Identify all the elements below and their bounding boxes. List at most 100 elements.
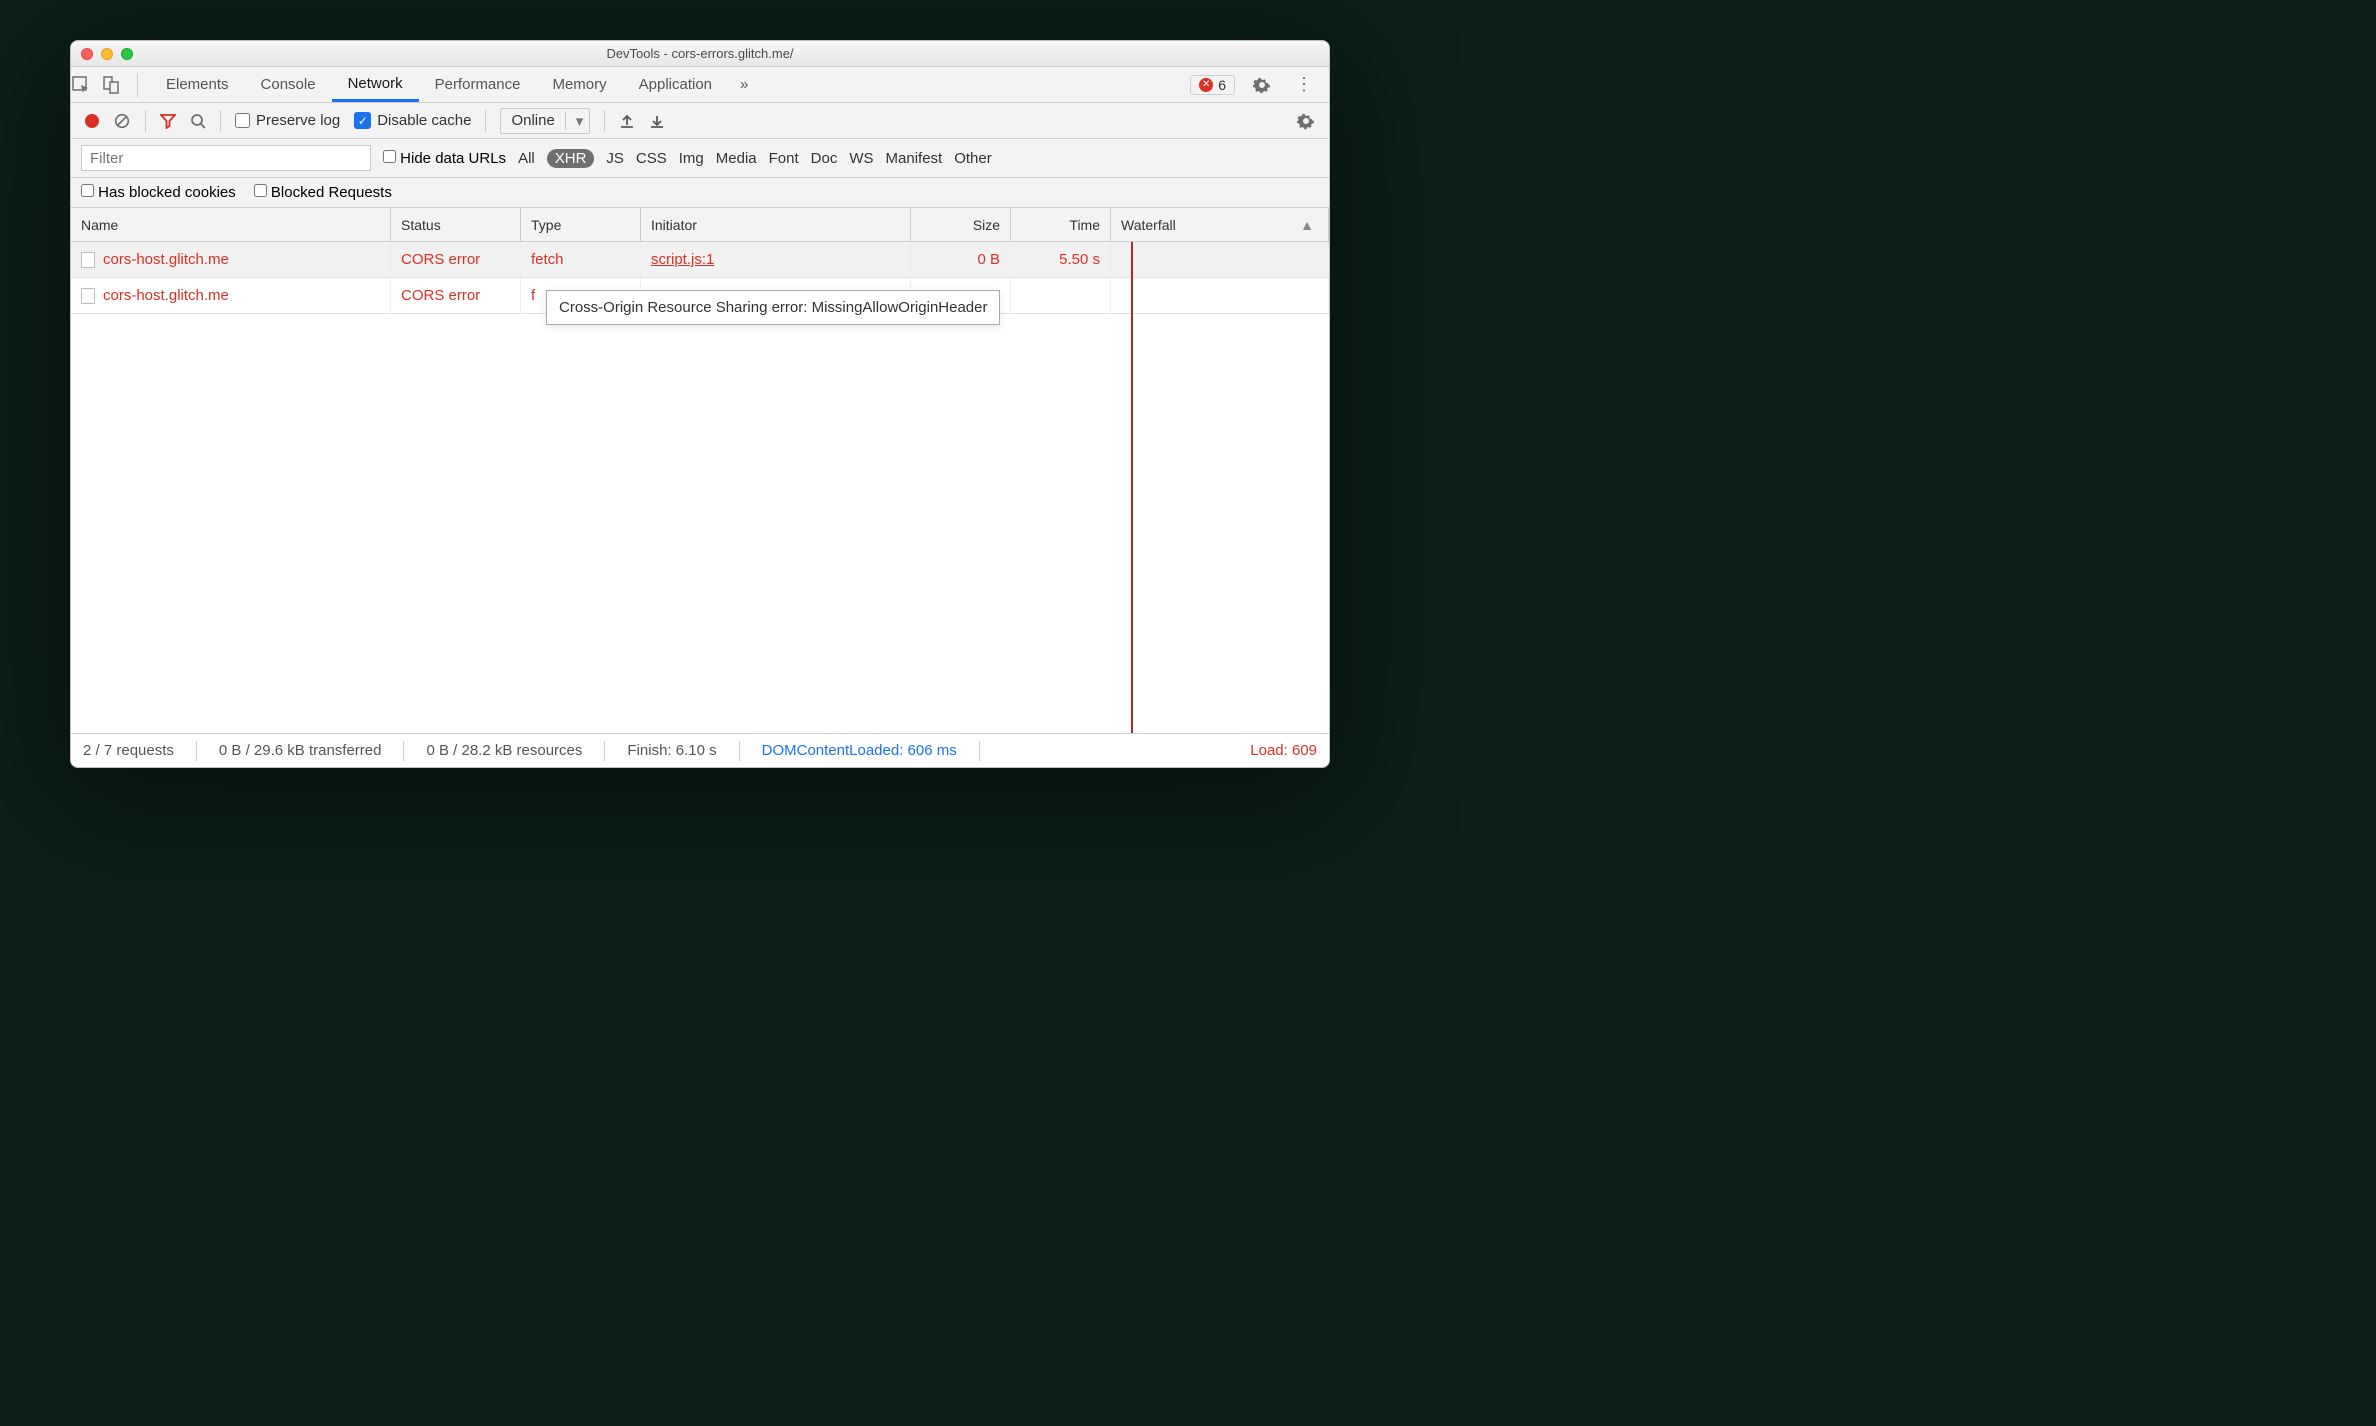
request-time: 5.50 s	[1011, 242, 1111, 277]
filter-input[interactable]	[81, 145, 371, 171]
column-header-initiator[interactable]: Initiator	[641, 208, 911, 241]
disable-cache-label: Disable cache	[377, 112, 471, 129]
has-blocked-cookies-label: Has blocked cookies	[98, 184, 236, 201]
filter-type-img[interactable]: Img	[679, 150, 704, 167]
import-har-icon[interactable]	[619, 113, 635, 129]
status-bar: 2 / 7 requests 0 B / 29.6 kB transferred…	[71, 733, 1329, 767]
divider	[403, 741, 404, 761]
filter-type-media[interactable]: Media	[716, 150, 757, 167]
disable-cache-checked-icon: ✓	[354, 112, 371, 129]
clear-button[interactable]	[113, 112, 131, 130]
chevron-down-icon: ▾	[565, 112, 589, 130]
filter-type-manifest[interactable]: Manifest	[886, 150, 943, 167]
column-header-name[interactable]: Name	[71, 208, 391, 241]
settings-gear-icon[interactable]	[1247, 76, 1277, 94]
divider	[485, 110, 486, 132]
filter-type-doc[interactable]: Doc	[811, 150, 838, 167]
column-header-time[interactable]: Time	[1011, 208, 1111, 241]
request-name: cors-host.glitch.me	[103, 287, 229, 304]
throttling-select[interactable]: Online ▾	[500, 108, 589, 134]
window-title: DevTools - cors-errors.glitch.me/	[71, 46, 1329, 61]
preserve-log-label: Preserve log	[256, 112, 340, 129]
error-count-badge[interactable]: ✕ 6	[1190, 75, 1235, 95]
tab-elements[interactable]: Elements	[150, 67, 245, 102]
divider	[604, 741, 605, 761]
preserve-log-checkbox[interactable]: Preserve log	[235, 112, 340, 129]
tab-console[interactable]: Console	[245, 67, 332, 102]
column-header-type[interactable]: Type	[521, 208, 641, 241]
cors-error-tooltip: Cross-Origin Resource Sharing error: Mis…	[546, 290, 1000, 325]
more-options-icon[interactable]: ⋮	[1289, 74, 1319, 95]
disable-cache-checkbox[interactable]: ✓ Disable cache	[354, 112, 471, 129]
filter-bar: Hide data URLs All XHR JS CSS Img Media …	[71, 139, 1329, 178]
filter-type-ws[interactable]: WS	[849, 150, 873, 167]
device-toggle-icon[interactable]	[101, 75, 131, 95]
status-dcl: DOMContentLoaded: 606 ms	[762, 742, 957, 759]
column-header-waterfall[interactable]: Waterfall ▲	[1111, 208, 1329, 241]
sort-indicator-icon: ▲	[1300, 217, 1314, 233]
status-transferred: 0 B / 29.6 kB transferred	[219, 742, 382, 759]
request-time	[1011, 278, 1111, 313]
inspect-element-icon[interactable]	[71, 75, 101, 95]
file-icon	[81, 288, 95, 304]
status-finish: Finish: 6.10 s	[627, 742, 716, 759]
filter-type-all[interactable]: All	[518, 150, 535, 167]
blocked-requests-label: Blocked Requests	[271, 184, 392, 201]
filter-type-xhr[interactable]: XHR	[547, 149, 595, 168]
request-type: fetch	[521, 242, 641, 277]
status-requests: 2 / 7 requests	[83, 742, 174, 759]
devtools-window: DevTools - cors-errors.glitch.me/ Elemen…	[70, 40, 1330, 768]
column-header-waterfall-label: Waterfall	[1121, 217, 1176, 233]
request-initiator[interactable]: script.js:1	[651, 251, 714, 268]
request-status: CORS error	[391, 242, 521, 277]
status-resources: 0 B / 28.2 kB resources	[426, 742, 582, 759]
filter-toggle-icon[interactable]	[160, 113, 176, 129]
network-settings-gear-icon[interactable]	[1297, 112, 1315, 130]
divider	[137, 73, 138, 97]
filter-bar-row2: Has blocked cookies Blocked Requests	[71, 178, 1329, 208]
export-har-icon[interactable]	[649, 113, 665, 129]
search-icon[interactable]	[190, 113, 206, 129]
blocked-requests-input[interactable]	[254, 184, 267, 197]
tabbar-right: ✕ 6 ⋮	[1190, 74, 1329, 95]
divider	[196, 741, 197, 761]
hide-data-urls-checkbox[interactable]: Hide data URLs	[383, 150, 506, 167]
tab-memory[interactable]: Memory	[536, 67, 622, 102]
filter-type-other[interactable]: Other	[954, 150, 992, 167]
has-blocked-cookies-input[interactable]	[81, 184, 94, 197]
hide-data-urls-input[interactable]	[383, 150, 396, 163]
divider	[604, 110, 605, 132]
divider	[220, 110, 221, 132]
request-name: cors-host.glitch.me	[103, 251, 229, 268]
resource-type-filters: All XHR JS CSS Img Media Font Doc WS Man…	[518, 149, 992, 168]
filter-type-font[interactable]: Font	[769, 150, 799, 167]
status-load: Load: 609	[1250, 742, 1317, 759]
column-header-status[interactable]: Status	[391, 208, 521, 241]
filter-type-js[interactable]: JS	[606, 150, 624, 167]
file-icon	[81, 252, 95, 268]
preserve-log-input[interactable]	[235, 113, 250, 128]
filter-type-css[interactable]: CSS	[636, 150, 667, 167]
record-button[interactable]	[85, 114, 99, 128]
tab-application[interactable]: Application	[623, 67, 728, 102]
column-header-size[interactable]: Size	[911, 208, 1011, 241]
error-icon: ✕	[1199, 78, 1213, 92]
divider	[979, 741, 980, 761]
tab-network[interactable]: Network	[332, 67, 419, 102]
blocked-requests-checkbox[interactable]: Blocked Requests	[254, 184, 392, 201]
window-titlebar: DevTools - cors-errors.glitch.me/	[71, 41, 1329, 67]
tab-performance[interactable]: Performance	[419, 67, 537, 102]
hide-data-urls-label: Hide data URLs	[400, 150, 506, 167]
waterfall-area	[1111, 242, 1329, 733]
error-count: 6	[1218, 77, 1226, 93]
has-blocked-cookies-checkbox[interactable]: Has blocked cookies	[81, 184, 236, 201]
network-toolbar: Preserve log ✓ Disable cache Online ▾	[71, 103, 1329, 139]
requests-table-header: Name Status Type Initiator Size Time Wat…	[71, 208, 1329, 242]
request-status: CORS error	[391, 278, 521, 313]
throttling-value: Online	[501, 112, 564, 129]
tab-list: Elements Console Network Performance Mem…	[150, 67, 728, 102]
tabs-overflow-icon[interactable]: »	[740, 76, 748, 93]
divider	[145, 110, 146, 132]
request-size: 0 B	[911, 242, 1011, 277]
requests-table-body: cors-host.glitch.me CORS error fetch scr…	[71, 242, 1329, 733]
